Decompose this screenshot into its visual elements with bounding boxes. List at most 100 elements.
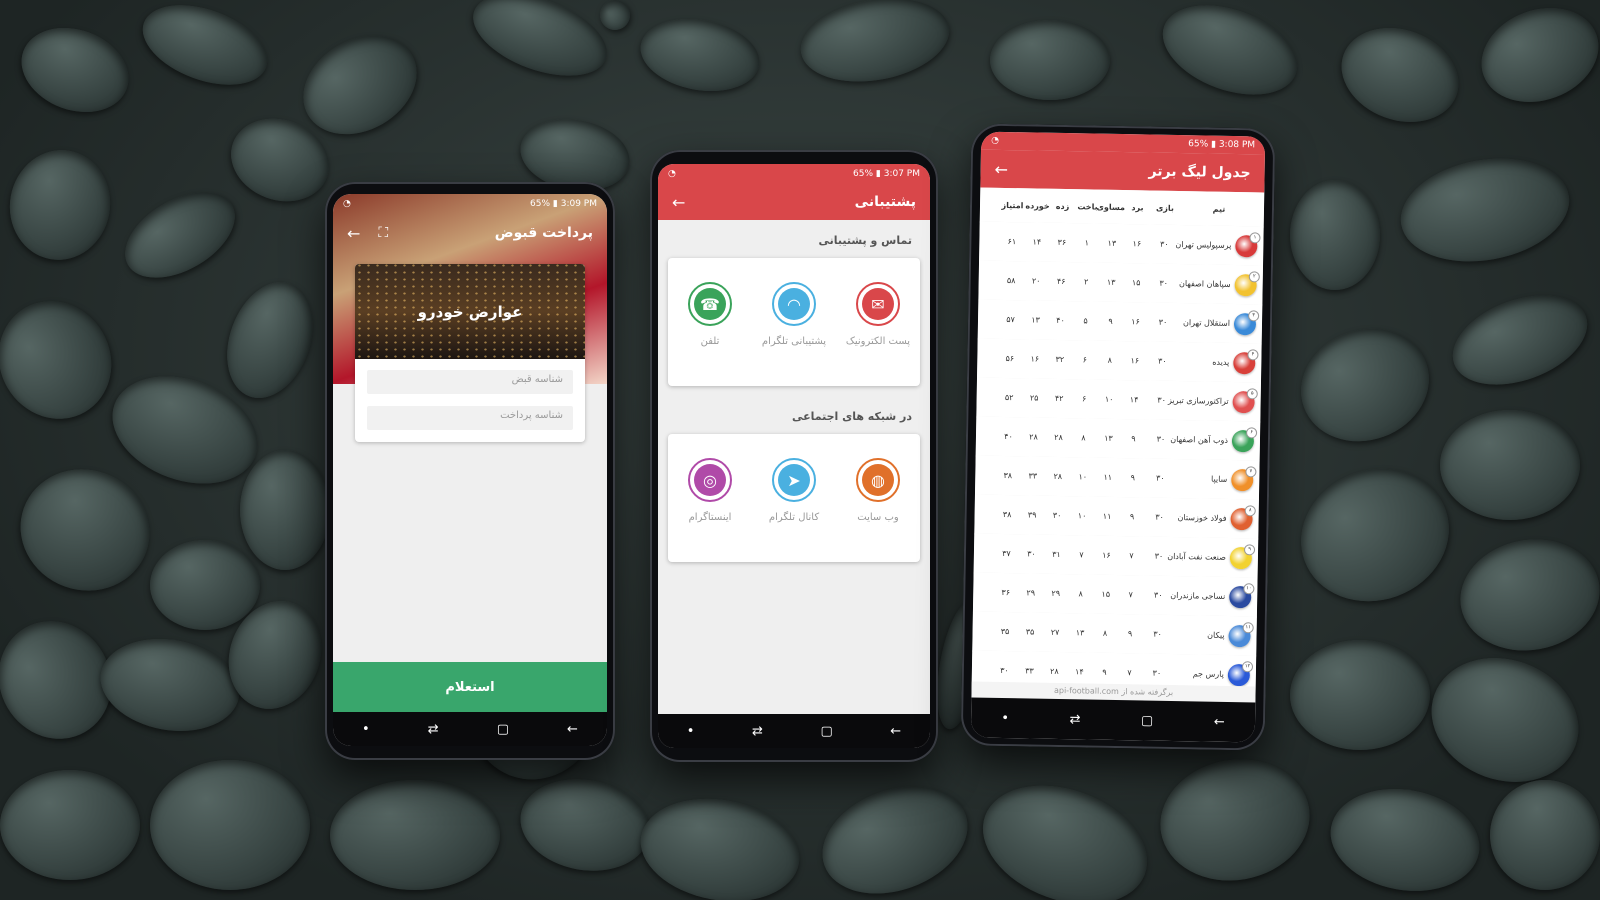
payment-id-field[interactable]: شناسه پرداخت (367, 406, 573, 430)
cell-lost: ۶ (1081, 394, 1087, 404)
back-icon[interactable]: ← (1214, 714, 1225, 729)
cell-ga: ۱۴ (1032, 237, 1042, 247)
social-item[interactable]: ➤ کانال تلگرام (754, 458, 834, 523)
page-title: پشتیبانی (854, 194, 916, 210)
nav-dot-icon[interactable]: • (1001, 711, 1009, 726)
table-row[interactable]: ۱۱ پیکان ۳۰ ۹ ۸ ۱۳ ۲۷ ۳۵ ۳۵ (972, 611, 1257, 657)
team-rank: ۲ (1248, 270, 1260, 282)
nav-dot-icon[interactable]: • (687, 724, 695, 739)
team-name: استقلال تهران (1182, 318, 1231, 328)
cell-points: ۳۰ (1000, 665, 1009, 676)
bill-id-field[interactable]: شناسه قبض (367, 370, 573, 394)
team-rank: ۳ (1248, 309, 1260, 321)
cell-played: ۳۰ (1158, 317, 1168, 327)
status-app-icon: ◔ (668, 169, 676, 179)
pebble (632, 786, 808, 900)
back-icon[interactable]: ← (890, 724, 901, 739)
col-points: امتیاز (1001, 200, 1024, 210)
contact-item[interactable]: ☎ تلفن (670, 282, 750, 347)
col-team: تیم (1212, 204, 1226, 214)
status-time: 3:09 PM (560, 199, 597, 209)
back-arrow-icon[interactable]: ← (672, 193, 685, 212)
status-bar: ◔ 65% ▮ 3:09 PM (343, 199, 597, 209)
cell-lost: ۲ (1083, 277, 1089, 287)
pebble (794, 0, 956, 93)
inquiry-button[interactable]: استعلام (333, 662, 607, 712)
pebble (1290, 180, 1380, 290)
table-row[interactable]: ۴ پدیده ۳۰ ۱۶ ۸ ۶ ۳۲ ۱۶ ۵۶ (976, 338, 1262, 384)
team-rank: ۱۱ (1242, 621, 1254, 633)
headset-icon-glyph: ◠ (778, 288, 810, 320)
home-icon[interactable]: ▢ (820, 724, 832, 739)
pebble (990, 20, 1110, 100)
cell-ga: ۳۳ (1028, 471, 1038, 481)
social-item[interactable]: ◎ اینستاگرام (670, 458, 750, 523)
table-row[interactable]: ۱۰ نساجی مازندران ۳۰ ۷ ۱۵ ۸ ۲۹ ۲۹ ۳۶ (972, 572, 1258, 618)
table-row[interactable]: ۳ استقلال تهران ۳۰ ۱۶ ۹ ۵ ۴۰ ۱۳ ۵۷ (977, 299, 1263, 345)
back-icon[interactable]: ← (567, 722, 578, 737)
home-icon[interactable]: ▢ (1141, 713, 1154, 728)
team-rank: ۹ (1243, 543, 1256, 555)
cell-points: ۴۰ (1004, 432, 1013, 442)
cell-played: ۳۰ (1157, 395, 1167, 405)
contact-item[interactable]: ✉ پست الکترونیک (838, 282, 918, 347)
recent-apps-icon[interactable]: ⇄ (1069, 712, 1080, 727)
table-row[interactable]: ۷ سایپا ۳۰ ۹ ۱۱ ۱۰ ۲۸ ۳۳ ۳۸ (974, 455, 1260, 501)
cell-played: ۳۰ (1159, 278, 1169, 288)
cell-played: ۳۰ (1159, 239, 1169, 249)
cell-played: ۳۰ (1157, 356, 1167, 366)
cell-gf: ۲۸ (1054, 432, 1063, 443)
table-row[interactable]: ۵ تراکتورسازی تبریز ۳۰ ۱۴ ۱۰ ۶ ۴۲ ۲۵ ۵۲ (976, 377, 1261, 423)
cell-ga: ۲۹ (1026, 588, 1036, 598)
cell-drawn: ۱۳ (1106, 277, 1116, 287)
pebble (150, 760, 310, 890)
social-item[interactable]: ◍ وب سایت (838, 458, 918, 523)
cell-drawn: ۱۳ (1107, 238, 1117, 248)
pebble (1150, 747, 1320, 893)
cell-drawn: ۸ (1102, 628, 1108, 638)
team-name: سایپا (1210, 474, 1228, 484)
table-row[interactable]: ۱ پرسپولیس تهران ۳۰ ۱۶ ۱۳ ۱ ۳۶ ۱۴ ۶۱ (979, 221, 1264, 267)
cell-points: ۳۶ (1001, 587, 1011, 598)
pebble (1150, 0, 1310, 112)
cell-played: ۳۰ (1155, 512, 1164, 522)
contact-item[interactable]: ◠ پشتیبانی تلگرام (754, 282, 834, 347)
team-cell: ۳ استقلال تهران (1178, 309, 1262, 335)
cell-points: ۳۸ (1002, 510, 1012, 520)
team-name: پارس جم (1192, 669, 1224, 679)
social-label: اینستاگرام (688, 512, 732, 523)
phone-icon-glyph: ☎ (694, 288, 726, 320)
back-arrow-icon[interactable]: ← (347, 224, 360, 243)
phone-icon: ☎ (688, 282, 732, 326)
app-bar: ← پشتیبانی (658, 184, 930, 220)
cell-points: ۵۷ (1006, 315, 1015, 325)
pebble (1290, 640, 1430, 750)
team-logo-icon: ۱۲ (1227, 660, 1254, 686)
recent-apps-icon[interactable]: ⇄ (752, 724, 763, 739)
cell-ga: ۲۵ (1029, 393, 1039, 403)
cell-lost: ۵ (1083, 316, 1088, 326)
nav-dot-icon[interactable]: • (362, 722, 370, 737)
table-row[interactable]: ۶ ذوب آهن اصفهان ۳۰ ۹ ۱۳ ۸ ۲۸ ۲۸ ۴۰ (975, 416, 1261, 462)
team-logo-icon: ۹ (1229, 543, 1256, 569)
cell-gf: ۴۶ (1056, 276, 1066, 287)
cell-gf: ۲۸ (1050, 666, 1059, 676)
pebble (1282, 448, 1468, 622)
team-name: پدیده (1212, 357, 1230, 367)
team-logo-icon: ۲ (1234, 270, 1260, 296)
team-cell: ۱۲ پارس جم (1172, 660, 1256, 686)
pebble (1440, 278, 1600, 402)
status-app-icon: ◔ (343, 199, 351, 209)
barcode-scan-icon[interactable]: ⛶ (378, 225, 388, 241)
table-row[interactable]: ۲ سپاهان اصفهان ۳۰ ۱۵ ۱۳ ۲ ۴۶ ۲۰ ۵۸ (978, 260, 1264, 306)
cell-ga: ۳۹ (1027, 510, 1037, 520)
team-name: پرسپولیس تهران (1175, 239, 1232, 250)
back-arrow-icon[interactable]: ← (994, 159, 1008, 178)
cell-won: ۱۵ (1131, 278, 1141, 288)
home-icon[interactable]: ▢ (497, 722, 509, 737)
team-logo-icon: ۷ (1231, 465, 1257, 491)
cell-points: ۳۸ (1003, 471, 1013, 481)
recent-apps-icon[interactable]: ⇄ (428, 722, 439, 737)
table-row[interactable]: ۸ فولاد خوزستان ۳۰ ۹ ۱۱ ۱۰ ۳۰ ۳۹ ۳۸ (974, 494, 1259, 540)
table-row[interactable]: ۹ صنعت نفت آبادان ۳۰ ۷ ۱۶ ۷ ۳۱ ۳۰ ۳۷ (973, 533, 1259, 579)
